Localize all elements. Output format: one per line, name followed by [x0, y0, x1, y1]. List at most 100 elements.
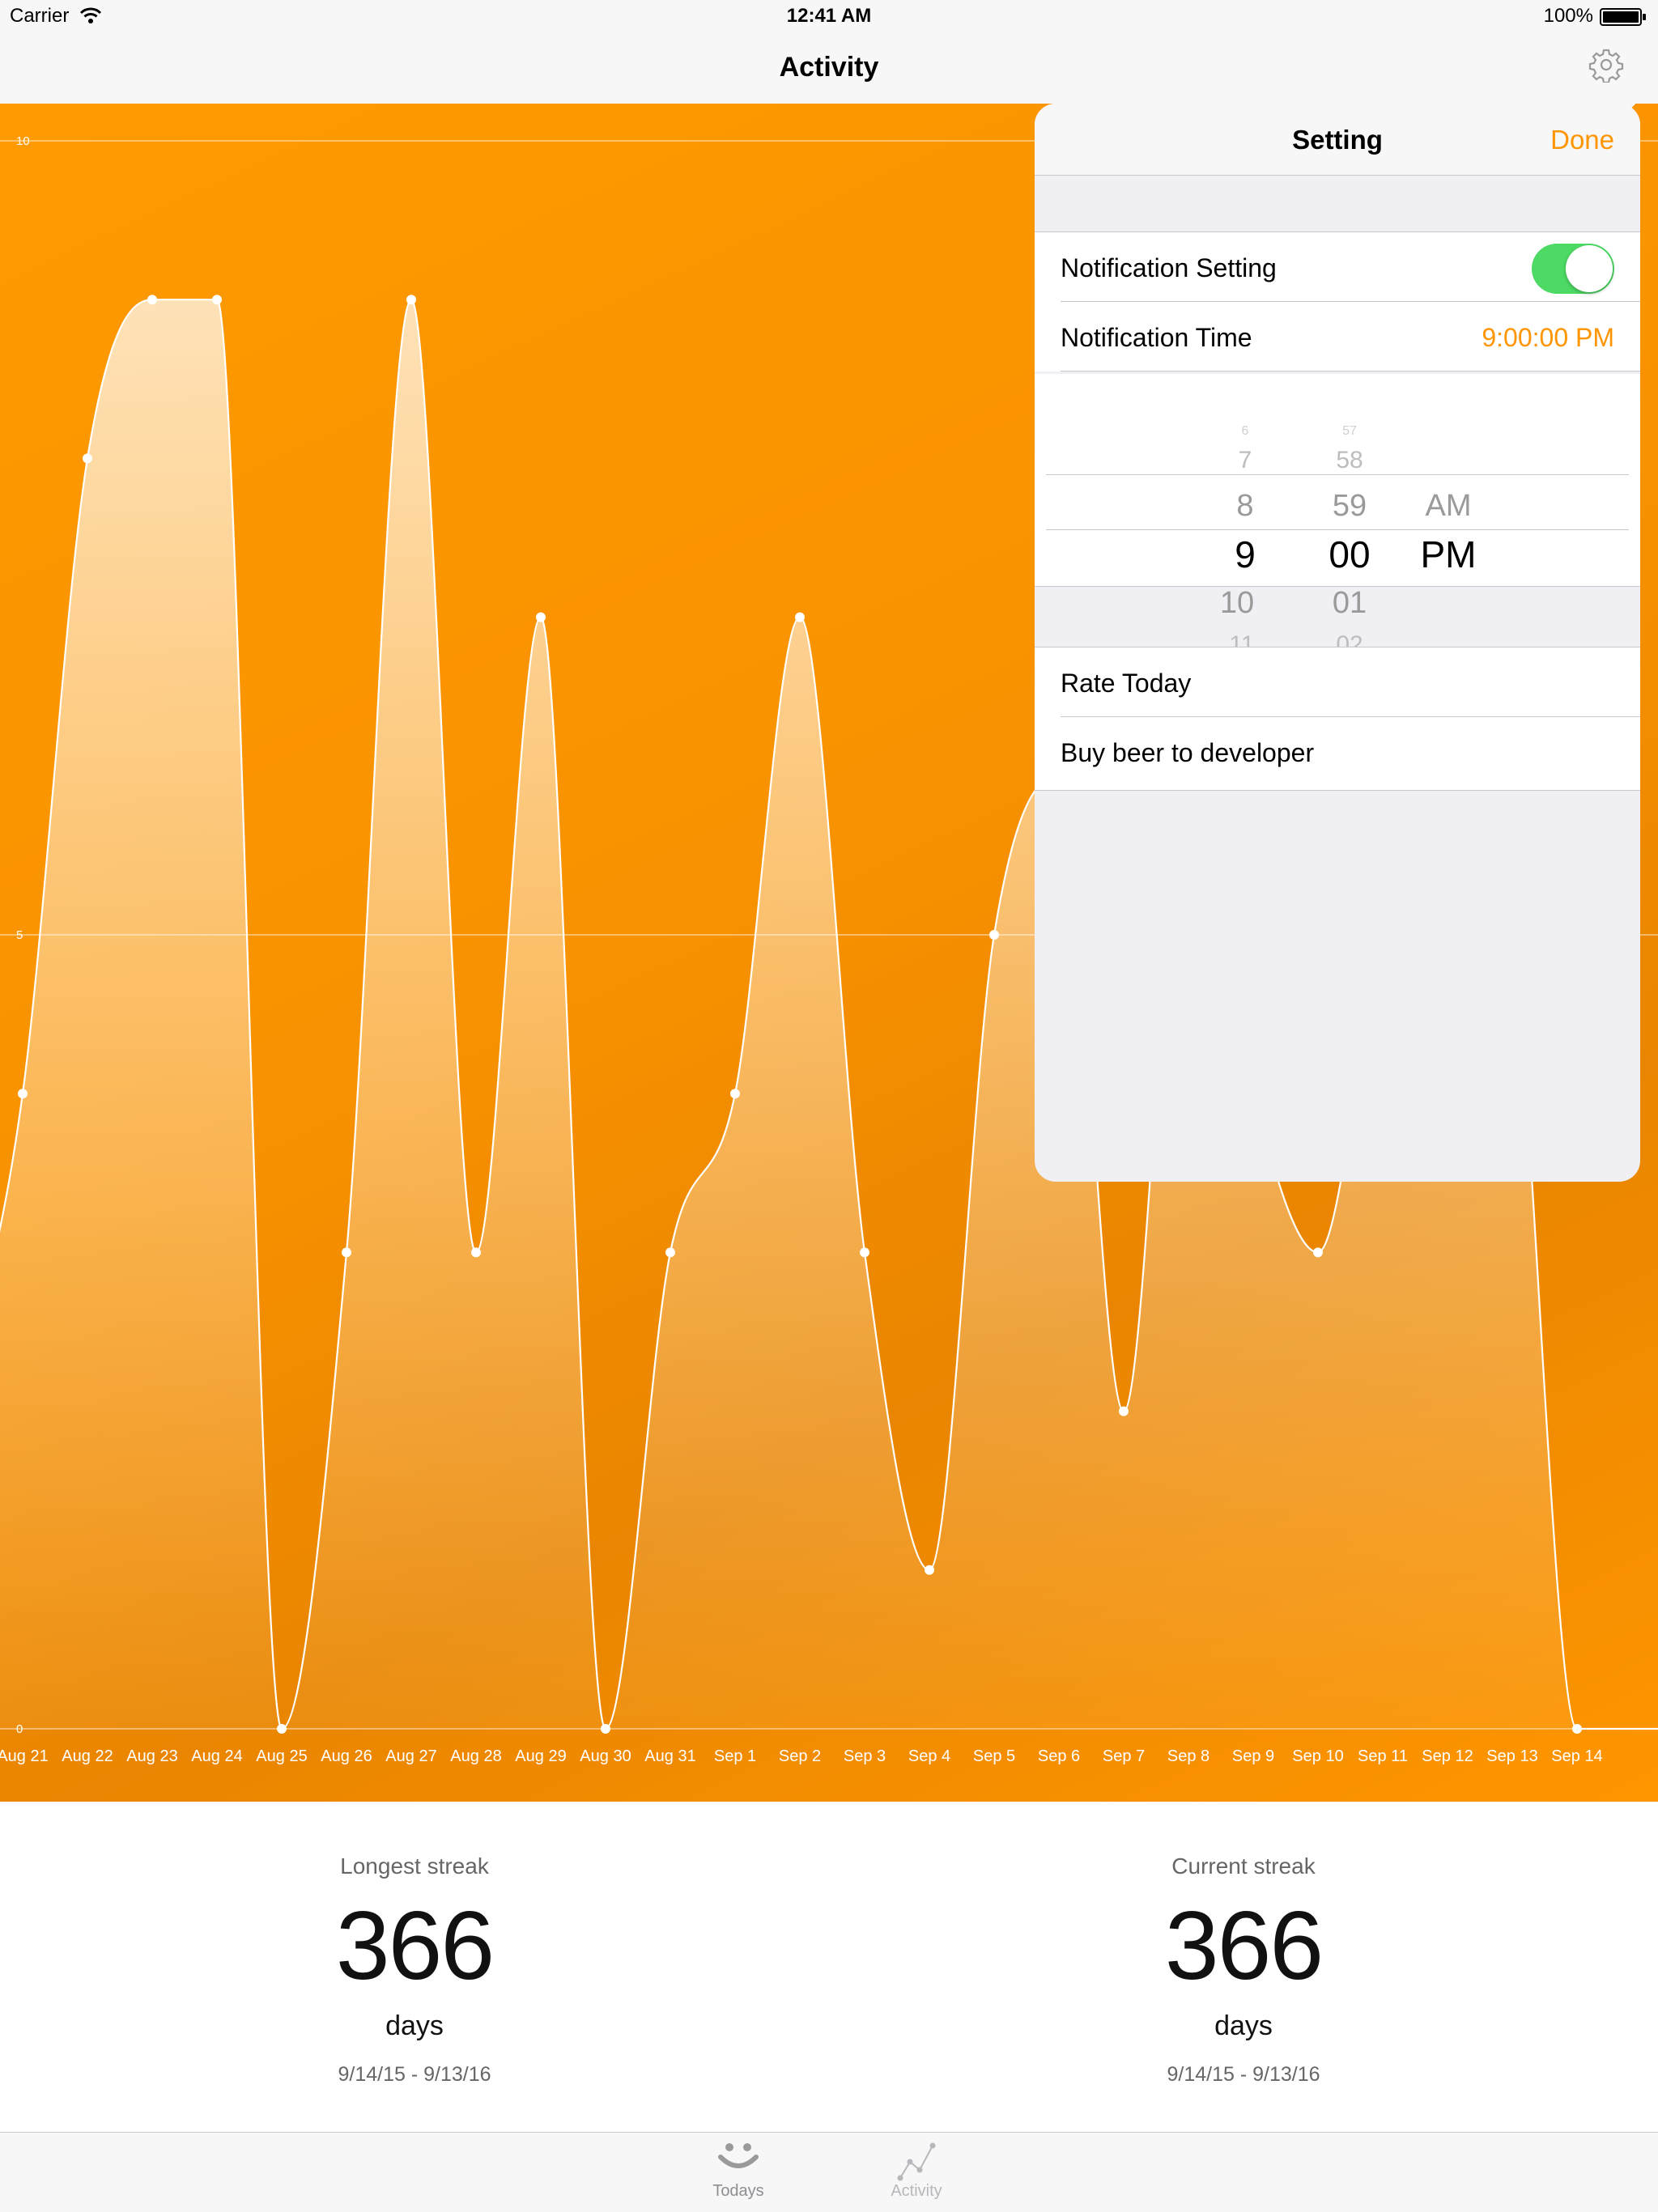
- page-title: Activity: [779, 52, 879, 83]
- tab-activity[interactable]: Activity: [868, 2139, 965, 2201]
- picker-selection-line: [1046, 529, 1629, 530]
- x-tick-label: Aug 25: [256, 1747, 307, 1765]
- picker-hour[interactable]: 8: [1213, 489, 1278, 524]
- longest-streak-value: 366: [335, 1891, 495, 2000]
- current-streak-unit: days: [1214, 2010, 1273, 2041]
- picker-hour[interactable]: 10: [1205, 586, 1269, 621]
- current-streak-label: Current streak: [1171, 1853, 1316, 1879]
- time-picker[interactable]: 6 7 8 9 10 11 12 57 58 59 00 01 02 03 AM…: [1035, 374, 1640, 679]
- smiley-icon: [718, 2143, 759, 2168]
- picker-period[interactable]: AM: [1404, 489, 1493, 524]
- x-tick-label: Sep 4: [908, 1747, 950, 1765]
- x-tick-label: Sep 12: [1422, 1747, 1473, 1765]
- data-point: [860, 1247, 869, 1258]
- picker-minute[interactable]: 01: [1313, 586, 1386, 621]
- tab-todays-label: Todays: [712, 2182, 764, 2200]
- picker-minute[interactable]: 59: [1313, 489, 1386, 524]
- data-point: [1572, 1724, 1582, 1734]
- longest-streak-range: 9/14/15 - 9/13/16: [338, 2063, 491, 2086]
- popover-header: Setting Done: [1035, 104, 1640, 176]
- status-battery-percent: 100%: [1543, 5, 1593, 27]
- x-tick-label: Sep 8: [1167, 1747, 1209, 1765]
- toggle-knob: [1566, 245, 1613, 292]
- data-point: [1119, 1406, 1129, 1416]
- notification-setting-row: Notification Setting: [1035, 232, 1640, 302]
- navigation-bar: Activity: [0, 32, 1658, 104]
- section-divider: [1035, 790, 1640, 791]
- data-point: [342, 1247, 351, 1258]
- battery-icon: [1600, 8, 1646, 26]
- done-button[interactable]: Done: [1550, 125, 1614, 155]
- current-streak-value: 366: [1164, 1891, 1324, 2000]
- x-tick-label: Sep 5: [973, 1747, 1015, 1765]
- picker-hour[interactable]: 6: [1213, 424, 1278, 439]
- x-tick-label: Sep 1: [714, 1747, 756, 1765]
- rate-today-label: Rate Today: [1061, 669, 1192, 698]
- x-tick-label: Aug 31: [644, 1747, 695, 1765]
- picker-minute[interactable]: 58: [1313, 447, 1386, 474]
- x-tick-label: Sep 2: [779, 1747, 821, 1765]
- current-streak-range: 9/14/15 - 9/13/16: [1167, 2063, 1320, 2086]
- x-tick-label: Sep 3: [844, 1747, 886, 1765]
- status-bar: Carrier 12:41 AM 100%: [0, 0, 1658, 32]
- x-tick-label: Aug 21: [0, 1747, 49, 1765]
- buy-beer-label: Buy beer to developer: [1061, 738, 1315, 767]
- y-tick-label: 10: [16, 134, 30, 148]
- buy-beer-row[interactable]: Buy beer to developer: [1035, 717, 1640, 790]
- picker-hour[interactable]: 7: [1213, 447, 1278, 474]
- x-tick-label: Sep 9: [1232, 1747, 1274, 1765]
- popover-title: Setting: [1292, 125, 1383, 155]
- picker-period-selected[interactable]: PM: [1404, 533, 1493, 576]
- longest-streak: Longest streak 366 days 9/14/15 - 9/13/1…: [0, 1853, 829, 2087]
- x-tick-label: Sep 10: [1292, 1747, 1343, 1765]
- notification-toggle[interactable]: [1532, 244, 1614, 294]
- x-tick-label: Sep 11: [1358, 1747, 1408, 1765]
- data-point: [925, 1565, 934, 1575]
- data-point: [147, 295, 157, 305]
- x-tick-label: Aug 22: [62, 1747, 113, 1765]
- data-point: [277, 1724, 287, 1734]
- data-point: [730, 1089, 740, 1099]
- line-chart-icon: [897, 2142, 936, 2181]
- x-tick-label: Aug 23: [126, 1747, 177, 1765]
- x-tick-label: Sep 7: [1103, 1747, 1145, 1765]
- current-streak: Current streak 366 days 9/14/15 - 9/13/1…: [829, 1853, 1658, 2087]
- x-tick-label: Aug 24: [191, 1747, 242, 1765]
- x-tick-label: Aug 27: [385, 1747, 436, 1765]
- tab-activity-label: Activity: [891, 2182, 942, 2200]
- tab-bar: Todays Activity: [0, 2132, 1658, 2212]
- settings-popover: Setting Done Notification Setting Notifi…: [1035, 104, 1640, 1182]
- picker-minute-selected[interactable]: 00: [1313, 533, 1386, 576]
- data-point: [795, 612, 805, 622]
- data-point: [1313, 1247, 1323, 1258]
- longest-streak-unit: days: [385, 2010, 444, 2041]
- data-point: [406, 295, 416, 305]
- data-point: [212, 295, 222, 305]
- status-time: 12:41 AM: [786, 5, 872, 27]
- x-tick-label: Aug 26: [321, 1747, 372, 1765]
- gear-icon[interactable]: [1588, 47, 1624, 83]
- picker-hour-selected[interactable]: 9: [1213, 533, 1278, 576]
- notification-setting-label: Notification Setting: [1061, 253, 1277, 282]
- x-tick-label: Sep 14: [1551, 1747, 1602, 1765]
- y-tick-label: 5: [16, 928, 23, 942]
- x-tick-label: Sep 13: [1486, 1747, 1537, 1765]
- data-point: [601, 1724, 610, 1734]
- notification-time-row[interactable]: Notification Time 9:00:00 PM: [1035, 302, 1640, 371]
- x-tick-label: Aug 29: [515, 1747, 566, 1765]
- data-point: [18, 1089, 28, 1099]
- data-point: [989, 930, 999, 940]
- notification-time-value: 9:00:00 PM: [1482, 323, 1614, 352]
- x-tick-label: Sep 6: [1038, 1747, 1080, 1765]
- data-point: [536, 612, 546, 622]
- longest-streak-label: Longest streak: [340, 1853, 489, 1879]
- x-tick-label: Aug 28: [450, 1747, 501, 1765]
- tab-todays[interactable]: Todays: [690, 2139, 787, 2201]
- data-point: [83, 453, 92, 464]
- section-divider: [1035, 586, 1640, 587]
- data-point: [665, 1247, 675, 1258]
- rate-today-row[interactable]: Rate Today: [1035, 647, 1640, 717]
- x-tick-label: Aug 30: [580, 1747, 631, 1765]
- notification-time-label: Notification Time: [1061, 323, 1252, 352]
- picker-minute[interactable]: 57: [1313, 424, 1386, 439]
